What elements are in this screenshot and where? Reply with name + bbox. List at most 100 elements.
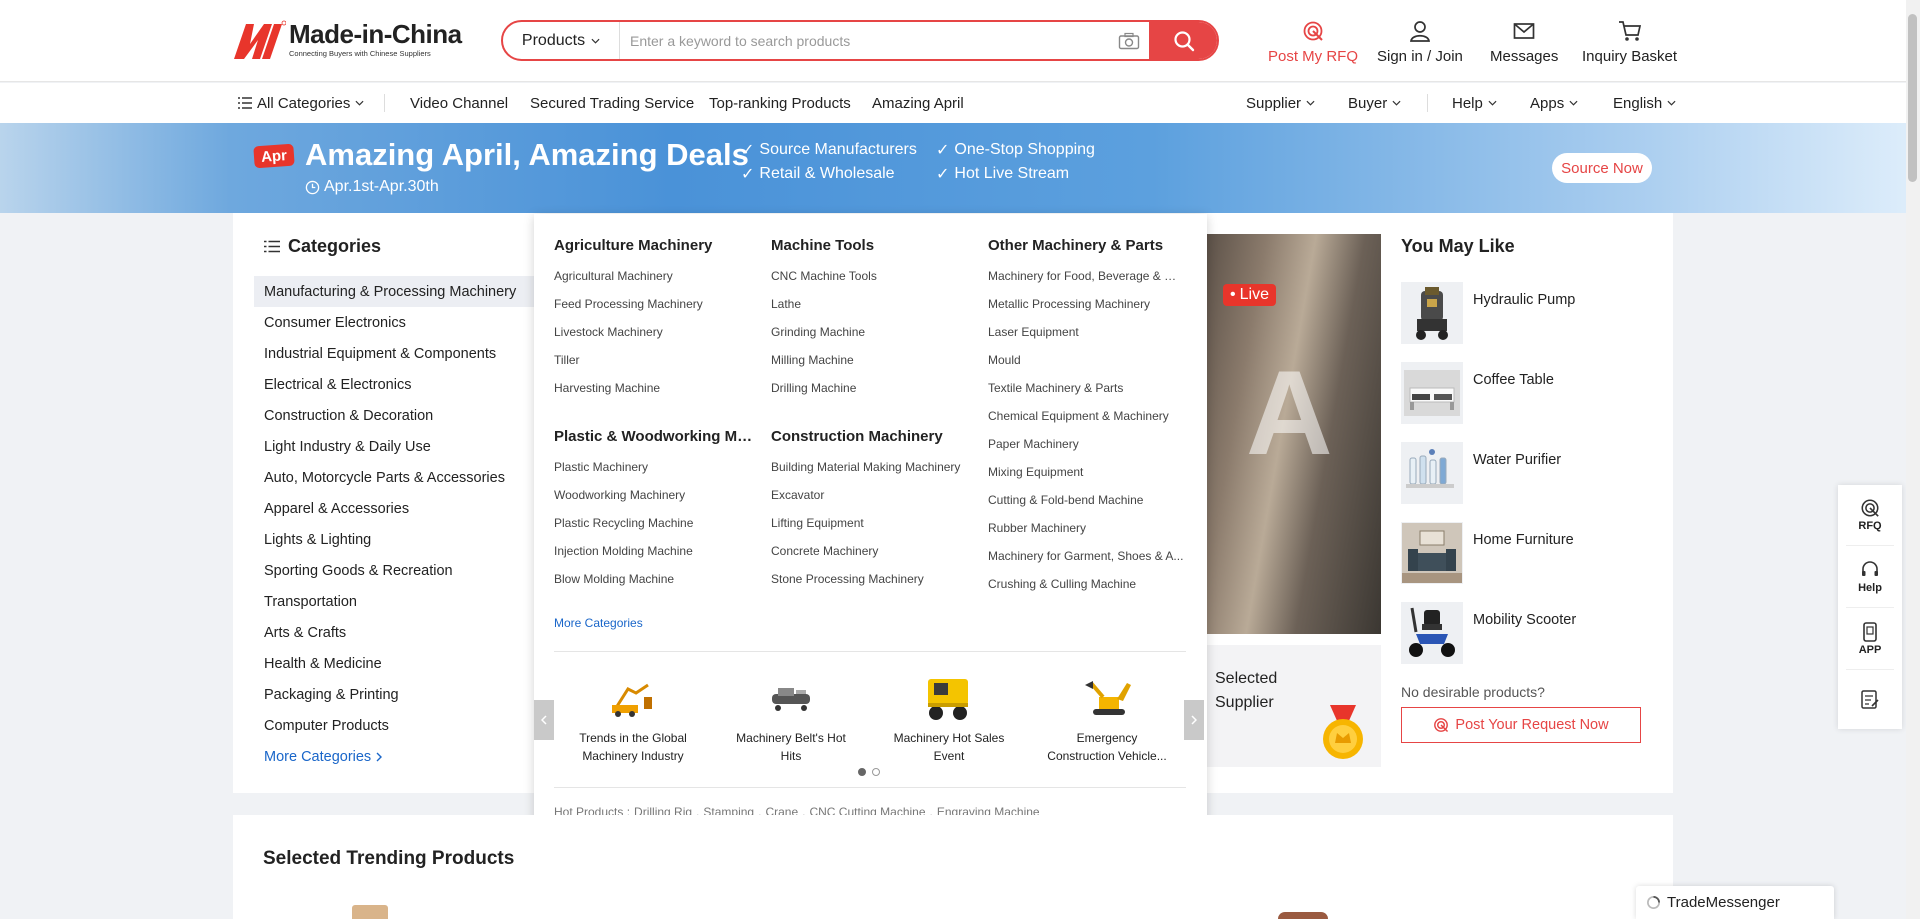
you-may-like-item[interactable]: Hydraulic Pump [1401,282,1575,344]
category-item[interactable]: Apparel & Accessories [254,493,534,524]
subcategory-link[interactable]: Livestock Machinery [554,325,754,339]
subcategory-link[interactable]: Milling Machine [771,353,971,367]
subcategory-link[interactable]: CNC Machine Tools [771,269,971,283]
subcategory-link[interactable]: Woodworking Machinery [554,488,754,502]
nav-supplier-menu[interactable]: Supplier [1246,83,1315,123]
subcategory-link[interactable]: Excavator [771,488,971,502]
nav-help-menu[interactable]: Help [1452,83,1497,123]
post-request-button[interactable]: Post Your Request Now [1401,707,1641,743]
subcategory-link[interactable]: Concrete Machinery [771,544,971,558]
category-item[interactable]: Electrical & Electronics [254,369,534,400]
search-button[interactable] [1149,22,1217,59]
all-categories-menu[interactable]: All Categories [238,83,364,123]
subcategory-title[interactable]: Other Machinery & Parts [988,237,1188,254]
messages-link[interactable]: Messages [1490,20,1558,65]
category-item[interactable]: Lights & Lighting [254,524,534,555]
category-item[interactable]: Health & Medicine [254,648,534,679]
category-item[interactable]: Consumer Electronics [254,307,534,338]
subcategory-link[interactable]: Stone Processing Machinery [771,572,971,586]
side-feedback-button[interactable] [1838,690,1902,710]
side-help-button[interactable]: Help [1838,560,1902,594]
selected-supplier-card[interactable]: Selected Supplier [1206,645,1381,767]
search-input[interactable] [620,22,1109,59]
nav-secured-trading[interactable]: Secured Trading Service [530,83,694,123]
subcategory-title[interactable]: Agriculture Machinery [554,237,764,254]
nav-top-ranking[interactable]: Top-ranking Products [709,83,851,123]
category-item[interactable]: Industrial Equipment & Components [254,338,534,369]
search-category-select[interactable]: Products [503,22,620,59]
nav-amazing-april[interactable]: Amazing April [872,83,964,123]
subcategory-link[interactable]: Metallic Processing Machinery [988,297,1184,311]
you-may-like-item[interactable]: Mobility Scooter [1401,602,1576,664]
sign-in-link[interactable]: Sign in / Join [1377,20,1463,65]
nav-language-menu[interactable]: English [1613,83,1676,123]
trending-product-image[interactable] [1278,912,1328,919]
category-item[interactable]: Packaging & Printing [254,679,534,710]
category-item[interactable]: Light Industry & Daily Use [254,431,534,462]
scrollbar-thumb[interactable] [1908,14,1917,182]
subcategory-link[interactable]: Lifting Equipment [771,516,971,530]
trending-product-image[interactable] [352,905,388,919]
subcategory-title[interactable]: Construction Machinery [771,428,971,445]
category-item[interactable]: Transportation [254,586,534,617]
subcategory-link[interactable]: Blow Molding Machine [554,572,754,586]
you-may-like-item[interactable]: Water Purifier [1401,442,1561,504]
carousel-card[interactable]: Machinery Belt's Hot Hits [721,674,861,765]
category-item[interactable]: Auto, Motorcycle Parts & Accessories [254,462,534,493]
nav-apps-menu[interactable]: Apps [1530,83,1578,123]
subcategory-title[interactable]: Plastic & Woodworking Mach... [554,428,754,445]
subcategory-link[interactable]: Machinery for Garment, Shoes & A... [988,549,1184,563]
subcategory-link[interactable]: Harvesting Machine [554,381,754,395]
panel-more-categories-link[interactable]: More Categories [554,616,643,630]
april-badge: Apr [253,143,295,169]
carousel-dot-active[interactable] [858,768,866,776]
subcategory-link[interactable]: Rubber Machinery [988,521,1184,535]
subcategory-link[interactable]: Paper Machinery [988,437,1184,451]
subcategory-link[interactable]: Textile Machinery & Parts [988,381,1184,395]
side-rfq-button[interactable]: RFQ [1838,498,1902,532]
category-item[interactable]: Manufacturing & Processing Machinery [254,276,534,307]
site-logo[interactable]: Made-in-China Connecting Buyers with Chi… [232,20,462,62]
subcategory-link[interactable]: Agricultural Machinery [554,269,754,283]
you-may-like-item[interactable]: Home Furniture [1401,522,1574,584]
subcategory-link[interactable]: Crushing & Culling Machine [988,577,1184,591]
inquiry-basket-link[interactable]: Inquiry Basket [1582,20,1677,65]
category-item[interactable]: Computer Products [254,710,534,741]
subcategory-link[interactable]: Lathe [771,297,971,311]
subcategory-link[interactable]: Tiller [554,353,754,367]
subcategory-link[interactable]: Drilling Machine [771,381,971,395]
more-categories-link[interactable]: More Categories [254,741,534,772]
nav-buyer-menu[interactable]: Buyer [1348,83,1401,123]
you-may-like-item[interactable]: Coffee Table [1401,362,1554,424]
subcategory-link[interactable]: Cutting & Fold-bend Machine [988,493,1184,507]
carousel-card[interactable]: Emergency Construction Vehicle... [1037,674,1177,765]
subcategory-link[interactable]: Building Material Making Machinery [771,460,971,474]
subcategory-link[interactable]: Mixing Equipment [988,465,1184,479]
side-app-label: APP [1858,644,1882,656]
carousel-card[interactable]: Machinery Hot Sales Event [879,674,1019,765]
subcategory-link[interactable]: Chemical Equipment & Machinery [988,409,1184,423]
subcategory-link[interactable]: Injection Molding Machine [554,544,754,558]
carousel-next-button[interactable] [1184,700,1204,740]
source-now-button[interactable]: Source Now [1552,153,1652,183]
carousel-prev-button[interactable] [534,700,554,740]
subcategory-link[interactable]: Mould [988,353,1184,367]
subcategory-link[interactable]: Laser Equipment [988,325,1184,339]
trade-messenger-button[interactable]: TradeMessenger [1636,886,1834,919]
hydraulic-pump-icon [1416,287,1448,340]
subcategory-title[interactable]: Machine Tools [771,237,971,254]
subcategory-link[interactable]: Plastic Recycling Machine [554,516,754,530]
image-search-button[interactable] [1109,22,1149,59]
category-item[interactable]: Construction & Decoration [254,400,534,431]
subcategory-link[interactable]: Plastic Machinery [554,460,754,474]
subcategory-link[interactable]: Feed Processing Machinery [554,297,754,311]
category-item[interactable]: Sporting Goods & Recreation [254,555,534,586]
subcategory-link[interactable]: Grinding Machine [771,325,971,339]
category-item[interactable]: Arts & Crafts [254,617,534,648]
side-app-button[interactable]: APP [1838,622,1902,656]
subcategory-link[interactable]: Machinery for Food, Beverage & Ce... [988,269,1184,283]
carousel-card[interactable]: Trends in the Global Machinery Industry [563,674,703,765]
carousel-dot[interactable] [872,768,880,776]
nav-video-channel[interactable]: Video Channel [410,83,508,123]
post-rfq-link[interactable]: Post My RFQ [1268,20,1358,65]
